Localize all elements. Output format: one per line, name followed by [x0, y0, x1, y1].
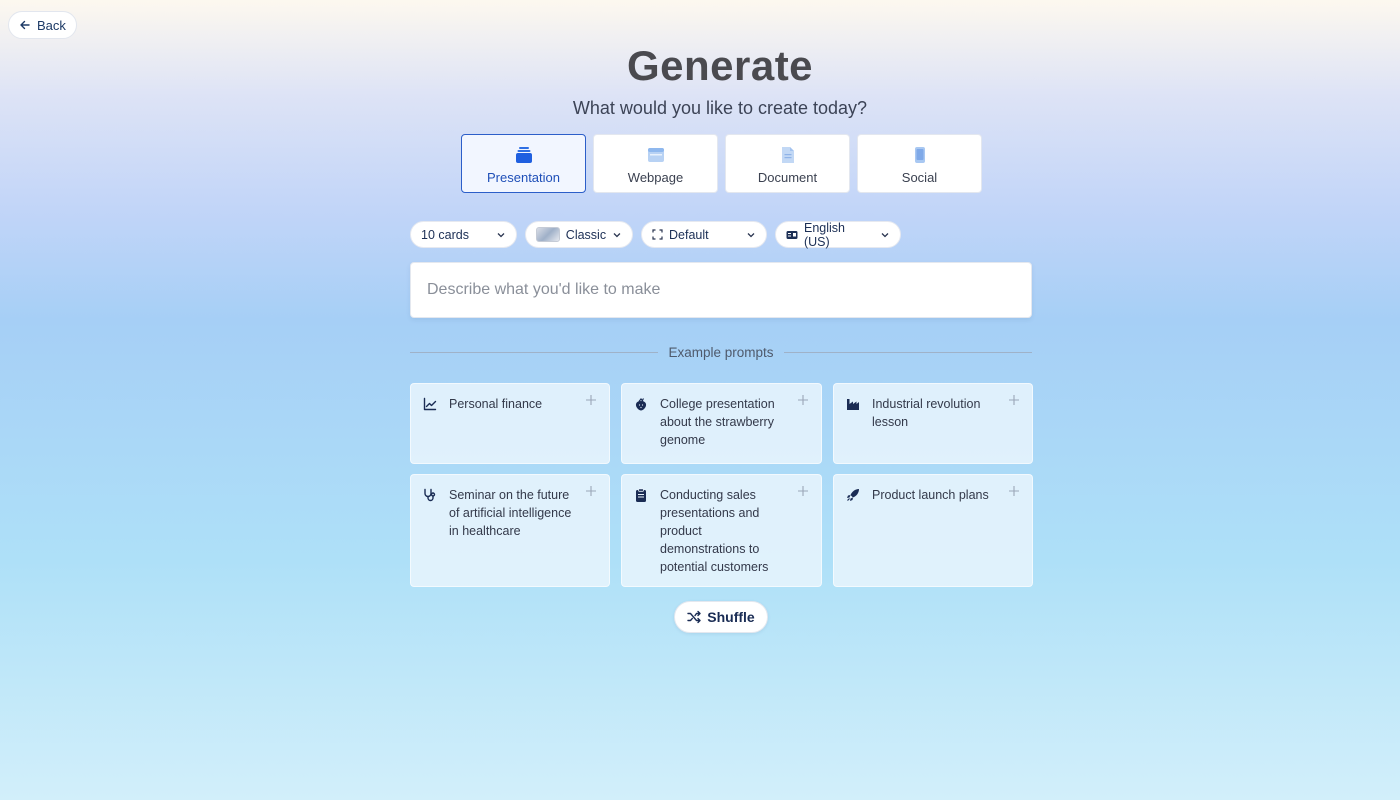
shuffle-icon — [687, 610, 701, 624]
page-title: Generate — [626, 42, 814, 89]
example-prompt-card[interactable]: Personal finance — [410, 383, 610, 464]
plus-icon — [586, 486, 596, 496]
divider-line — [410, 351, 659, 353]
shuffle-button[interactable]: Shuffle — [674, 601, 768, 633]
page-subtitle: What would you like to create today? — [572, 98, 868, 118]
example-prompt-text: Product launch plans — [872, 488, 989, 502]
chevron-down-icon — [613, 232, 621, 237]
content-type-selector: Presentation Webpage Document Social — [461, 134, 982, 193]
stethoscope-icon — [424, 488, 436, 502]
plus-icon — [798, 395, 808, 405]
stack-icon — [514, 145, 534, 165]
clipboard-icon — [636, 488, 646, 502]
example-prompt-text: College presentation about the strawberr… — [660, 397, 775, 447]
rocket-icon — [847, 489, 859, 501]
back-label: Back — [37, 17, 66, 33]
type-presentation[interactable]: Presentation — [461, 134, 586, 193]
back-button[interactable]: Back — [8, 11, 77, 39]
plus-icon — [1009, 395, 1019, 405]
plus-icon — [1009, 486, 1019, 496]
strawberry-icon — [635, 398, 647, 411]
example-prompt-card[interactable]: Conducting sales presentations and produ… — [621, 474, 822, 587]
example-prompts-divider: Example prompts — [410, 343, 1033, 361]
frame-corners-icon — [652, 229, 663, 240]
example-prompt-text: Personal finance — [449, 397, 543, 411]
example-prompt-text: Industrial revolution lesson — [872, 397, 981, 429]
type-label: Document — [757, 170, 818, 185]
shuffle-label: Shuffle — [707, 609, 755, 625]
plus-icon — [586, 395, 596, 405]
card-count-value: 10 cards — [421, 227, 469, 242]
theme-dropdown[interactable]: Classic — [525, 221, 633, 248]
prompt-input[interactable] — [411, 263, 1031, 317]
type-social[interactable]: Social — [857, 134, 982, 193]
example-prompts-grid: Personal finance College presentation ab… — [410, 383, 1033, 587]
prompt-box — [410, 262, 1032, 318]
format-dropdown[interactable]: Default — [641, 221, 767, 248]
browser-window-icon — [646, 145, 666, 165]
document-icon — [778, 145, 798, 165]
example-prompt-card[interactable]: College presentation about the strawberr… — [621, 383, 822, 464]
example-prompt-text: Conducting sales presentations and produ… — [660, 488, 769, 574]
example-prompt-card[interactable]: Industrial revolution lesson — [833, 383, 1033, 464]
type-webpage[interactable]: Webpage — [593, 134, 718, 193]
type-label: Webpage — [627, 170, 684, 185]
type-label: Social — [901, 170, 938, 185]
language-dropdown[interactable]: English (US) — [775, 220, 901, 249]
chevron-down-icon — [497, 232, 505, 237]
divider-line — [783, 351, 1033, 353]
example-prompt-card[interactable]: Product launch plans — [833, 474, 1033, 587]
phone-icon — [910, 145, 930, 165]
line-chart-icon — [423, 397, 437, 411]
example-prompt-text: Seminar on the future of artificial inte… — [449, 488, 572, 538]
chevron-down-icon — [881, 232, 889, 237]
type-label: Presentation — [487, 170, 560, 185]
theme-value: Classic — [565, 227, 607, 242]
card-count-dropdown[interactable]: 10 cards — [410, 221, 517, 248]
generation-options: 10 cards Classic Default English (US) — [410, 220, 901, 249]
language-icon — [786, 230, 798, 239]
plus-icon — [798, 486, 808, 496]
example-prompt-card[interactable]: Seminar on the future of artificial inte… — [410, 474, 610, 587]
language-value: English (US) — [803, 220, 845, 249]
theme-thumbnail — [536, 227, 560, 242]
type-document[interactable]: Document — [725, 134, 850, 193]
format-value: Default — [669, 227, 709, 242]
chevron-down-icon — [747, 232, 755, 237]
example-prompts-heading: Example prompts — [668, 344, 774, 360]
arrow-left-icon — [20, 20, 30, 30]
factory-icon — [847, 399, 859, 410]
